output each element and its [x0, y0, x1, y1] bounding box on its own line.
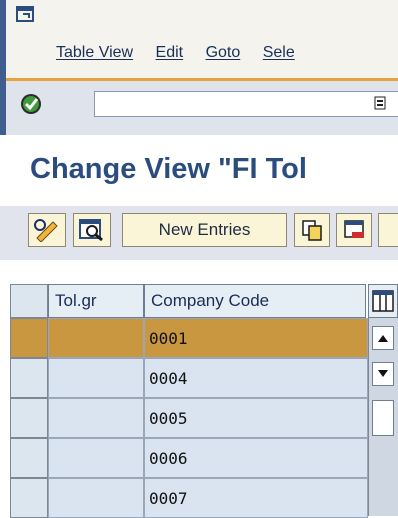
details-button[interactable] [73, 213, 111, 247]
system-menu-icon[interactable] [16, 6, 34, 22]
new-entries-button[interactable]: New Entries [122, 213, 287, 247]
display-change-button[interactable] [28, 213, 66, 247]
table-cell-tol-group[interactable] [48, 318, 144, 358]
menu-area: Table View Edit Goto Sele [6, 0, 398, 78]
details-icon [79, 219, 103, 242]
table-cell-company-code[interactable]: 0006 [144, 438, 368, 478]
menu-selection[interactable]: Sele [263, 44, 295, 61]
table-cell-tol-group[interactable] [48, 478, 144, 518]
row-selector[interactable] [10, 478, 48, 518]
scroll-down-button[interactable] [372, 362, 394, 386]
command-field[interactable] [94, 91, 398, 117]
copy-icon [302, 220, 322, 241]
table-cell-tol-group[interactable] [48, 438, 144, 478]
command-bar [6, 81, 398, 135]
row-selector[interactable] [10, 318, 48, 358]
table-cell-tol-group[interactable] [48, 398, 144, 438]
header-tol-group[interactable]: Tol.gr [48, 284, 144, 318]
application-toolbar: New Entries [0, 206, 398, 260]
delete-icon [344, 220, 364, 238]
command-dropdown-icon[interactable] [374, 96, 386, 110]
menu-bar: Table View Edit Goto Sele [56, 44, 313, 62]
scroll-up-button[interactable] [372, 326, 394, 350]
scroll-up-icon [378, 335, 388, 342]
display-change-icon [34, 219, 58, 242]
menu-edit[interactable]: Edit [156, 44, 184, 61]
header-company-code[interactable]: Company Code [144, 284, 366, 318]
table-control: Tol.gr Company Code 0001 0004 0005 0006 … [0, 260, 398, 518]
copy-button[interactable] [294, 213, 330, 247]
table-settings-button[interactable] [368, 284, 398, 318]
table-cell-company-code[interactable]: 0007 [144, 478, 368, 518]
delete-button[interactable] [336, 213, 372, 247]
scroll-down-icon [378, 370, 388, 377]
select-all-cell[interactable] [10, 284, 48, 318]
table-settings-icon [372, 290, 394, 312]
scrollbar-thumb[interactable] [372, 400, 394, 436]
more-toolbar-button[interactable] [378, 213, 398, 247]
table-cell-tol-group[interactable] [48, 358, 144, 398]
row-selector[interactable] [10, 358, 48, 398]
table-cell-company-code[interactable]: 0004 [144, 358, 368, 398]
menu-goto[interactable]: Goto [206, 44, 241, 61]
enter-check-icon[interactable] [18, 92, 44, 116]
table-cell-company-code[interactable]: 0001 [144, 318, 368, 358]
page-title: Change View "FI Tol [30, 153, 307, 185]
row-selector[interactable] [10, 398, 48, 438]
menu-table-view[interactable]: Table View [56, 44, 133, 61]
table-cell-company-code[interactable]: 0005 [144, 398, 368, 438]
vertical-scrollbar[interactable] [368, 318, 398, 516]
row-selector[interactable] [10, 438, 48, 478]
